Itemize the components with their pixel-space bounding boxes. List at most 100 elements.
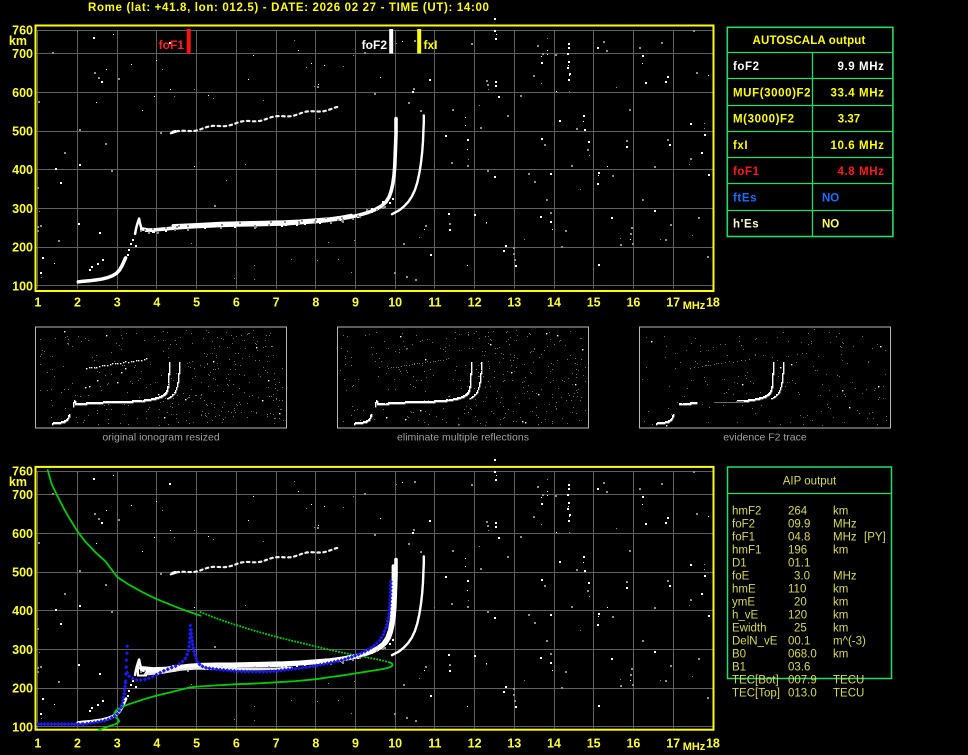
svg-text:20: 20	[794, 597, 807, 609]
svg-text:km: km	[833, 649, 848, 661]
svg-text:8: 8	[312, 736, 319, 750]
svg-text:hmF2: hmF2	[732, 506, 761, 518]
svg-text:MHz: MHz	[833, 532, 857, 544]
svg-text:700: 700	[12, 47, 33, 61]
svg-text:9: 9	[352, 736, 359, 750]
svg-text:km: km	[833, 610, 848, 622]
svg-text:km: km	[9, 34, 27, 48]
svg-text:MHz: MHz	[683, 300, 706, 312]
svg-text:13: 13	[507, 736, 521, 750]
svg-text:2: 2	[74, 736, 81, 750]
svg-text:MUF(3000)F2: MUF(3000)F2	[733, 87, 811, 99]
svg-text:200: 200	[12, 241, 33, 255]
svg-text:km: km	[833, 506, 848, 518]
svg-text:10.6 MHz: 10.6 MHz	[830, 140, 884, 152]
svg-text:500: 500	[12, 566, 33, 580]
svg-text:eliminate multiple reflections: eliminate multiple reflections	[397, 432, 529, 444]
svg-text:068.0: 068.0	[788, 649, 817, 661]
svg-text:fxI: fxI	[733, 140, 748, 152]
svg-text:DelN_vE: DelN_vE	[732, 636, 778, 648]
svg-text:11: 11	[428, 736, 441, 750]
svg-text:110: 110	[788, 584, 806, 596]
svg-text:M(3000)F2: M(3000)F2	[733, 114, 795, 126]
svg-text:km: km	[833, 597, 848, 609]
svg-text:600: 600	[12, 86, 33, 100]
svg-text:7: 7	[273, 736, 280, 750]
svg-text:007.9: 007.9	[788, 675, 817, 687]
svg-text:7: 7	[273, 295, 280, 309]
svg-text:6: 6	[233, 736, 240, 750]
svg-text:400: 400	[12, 604, 33, 618]
svg-text:12: 12	[468, 736, 482, 750]
svg-text:14: 14	[547, 295, 561, 309]
svg-text:B1: B1	[732, 662, 746, 674]
svg-text:Rome (lat: +41.8, lon: 012.5): Rome (lat: +41.8, lon: 012.5) - DATE: 20…	[88, 2, 490, 14]
svg-text:m^(-3): m^(-3)	[833, 636, 866, 648]
svg-text:264: 264	[788, 506, 808, 518]
svg-text:2: 2	[74, 295, 81, 309]
svg-text:4: 4	[153, 736, 160, 750]
svg-text:100: 100	[12, 720, 33, 734]
svg-text:h'Es: h'Es	[733, 219, 759, 231]
svg-text:MHz: MHz	[833, 571, 857, 583]
svg-text:120: 120	[788, 610, 807, 622]
svg-text:16: 16	[626, 295, 640, 309]
svg-text:12: 12	[468, 295, 482, 309]
svg-text:11: 11	[428, 295, 441, 309]
svg-text:17: 17	[666, 736, 680, 750]
svg-text:ymE: ymE	[732, 597, 755, 609]
svg-text:00.1: 00.1	[788, 636, 810, 648]
svg-text:8: 8	[312, 295, 319, 309]
svg-text:km: km	[9, 475, 27, 489]
svg-text:10: 10	[388, 295, 402, 309]
svg-text:33.4 MHz: 33.4 MHz	[830, 87, 884, 99]
svg-text:hmE: hmE	[732, 584, 756, 596]
svg-text:1: 1	[34, 736, 41, 750]
svg-text:D1: D1	[732, 558, 747, 570]
svg-text:foF2: foF2	[362, 38, 388, 52]
svg-text:09.9: 09.9	[788, 519, 810, 531]
svg-text:hmF1: hmF1	[732, 545, 761, 557]
svg-text:400: 400	[12, 163, 33, 177]
svg-text:300: 300	[12, 202, 33, 216]
svg-text:5: 5	[193, 736, 200, 750]
svg-text:TECU: TECU	[833, 688, 864, 700]
svg-text:15: 15	[587, 736, 601, 750]
svg-text:3: 3	[114, 295, 121, 309]
svg-text:03.6: 03.6	[788, 662, 810, 674]
svg-text:500: 500	[12, 125, 33, 139]
svg-text:3.0: 3.0	[794, 571, 810, 583]
svg-text:3: 3	[114, 736, 121, 750]
svg-text:foF2: foF2	[733, 61, 760, 73]
svg-text:6: 6	[233, 295, 240, 309]
svg-text:04.8: 04.8	[788, 532, 810, 544]
svg-text:TECU: TECU	[833, 675, 864, 687]
svg-text:NO: NO	[822, 219, 839, 231]
svg-text:15: 15	[587, 295, 601, 309]
svg-text:13: 13	[507, 295, 521, 309]
svg-text:Ewidth: Ewidth	[732, 623, 767, 635]
svg-text:km: km	[833, 584, 848, 596]
svg-text:14: 14	[547, 736, 561, 750]
svg-text:16: 16	[626, 736, 640, 750]
svg-text:4: 4	[153, 295, 160, 309]
svg-text:foF1: foF1	[733, 166, 760, 178]
svg-text:013.0: 013.0	[788, 688, 817, 700]
svg-text:17: 17	[666, 295, 680, 309]
svg-text:100: 100	[12, 279, 33, 293]
svg-text:km: km	[833, 623, 848, 635]
svg-text:25: 25	[794, 623, 807, 635]
svg-text:NO: NO	[822, 192, 839, 204]
svg-text:AUTOSCALA output: AUTOSCALA output	[753, 35, 866, 47]
svg-text:18: 18	[706, 295, 720, 309]
svg-text:evidence F2 trace: evidence F2 trace	[723, 432, 807, 444]
svg-text:9.9 MHz: 9.9 MHz	[837, 61, 884, 73]
svg-text:h_vE: h_vE	[732, 610, 759, 622]
svg-text:TEC[Bot]: TEC[Bot]	[732, 675, 779, 687]
svg-text:1: 1	[34, 295, 41, 309]
svg-text:700: 700	[12, 488, 33, 502]
svg-text:km: km	[833, 545, 848, 557]
svg-text:MHz: MHz	[683, 741, 706, 753]
svg-text:196: 196	[788, 545, 807, 557]
svg-text:[PY]: [PY]	[864, 532, 886, 544]
